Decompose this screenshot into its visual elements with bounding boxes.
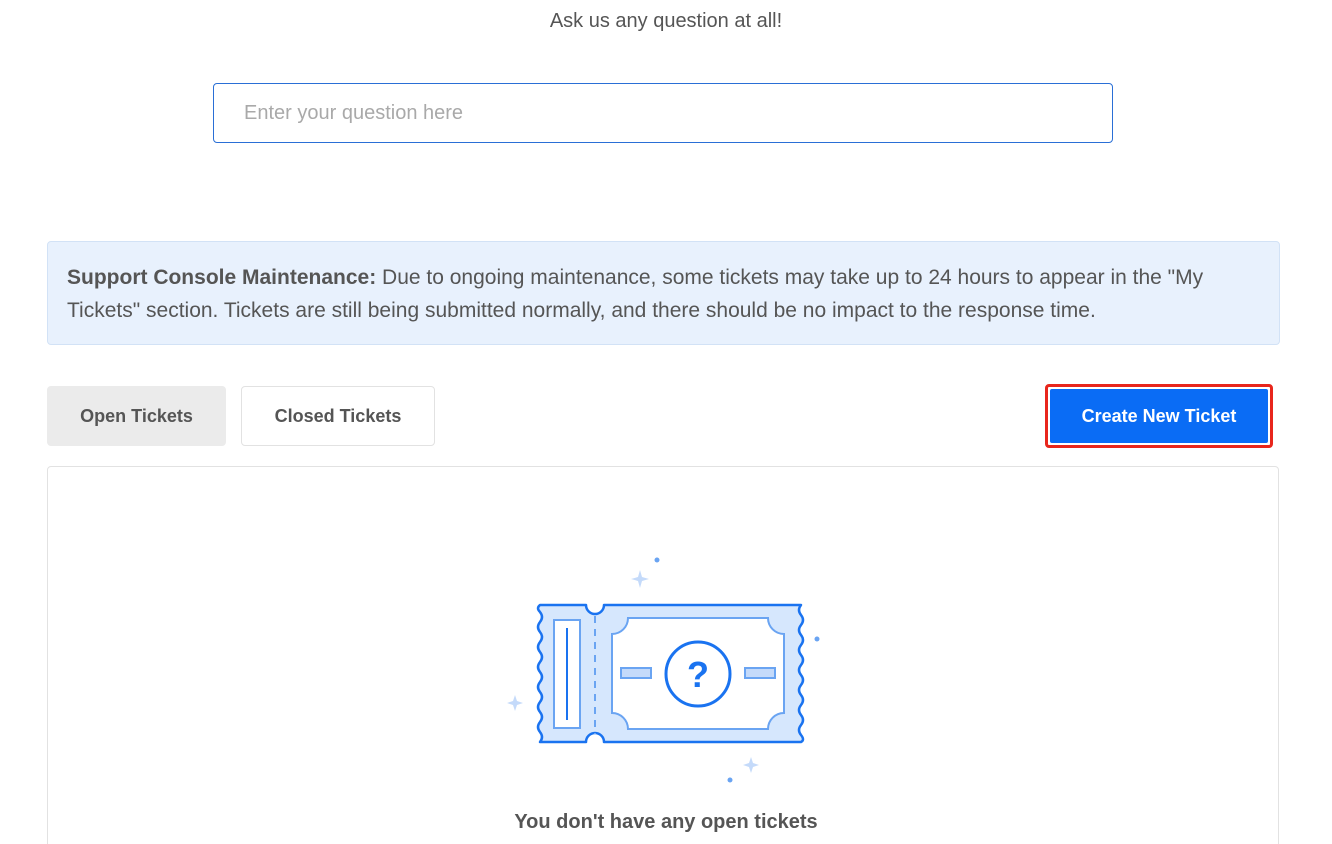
ticket-question-icon: ?	[507, 557, 820, 783]
create-ticket-highlight: Create New Ticket	[1045, 384, 1273, 448]
create-new-ticket-label: Create New Ticket	[1081, 405, 1237, 426]
create-new-ticket-button[interactable]: Create New Ticket	[1050, 389, 1268, 443]
support-page: Ask us any question at all! Support Cons…	[0, 0, 1332, 844]
tab-open-tickets-label: Open Tickets	[80, 405, 193, 426]
tab-closed-tickets-label: Closed Tickets	[274, 405, 402, 426]
maintenance-notice: Support Console Maintenance: Due to ongo…	[47, 241, 1280, 345]
tab-closed-tickets[interactable]: Closed Tickets	[241, 386, 435, 446]
empty-state-message: You don't have any open tickets	[514, 811, 818, 833]
question-search-input[interactable]	[213, 83, 1113, 143]
page-subtitle: Ask us any question at all!	[549, 10, 783, 32]
notice-title: Support Console Maintenance:	[67, 266, 377, 289]
svg-text:?: ?	[687, 654, 709, 695]
tab-open-tickets[interactable]: Open Tickets	[47, 386, 226, 446]
